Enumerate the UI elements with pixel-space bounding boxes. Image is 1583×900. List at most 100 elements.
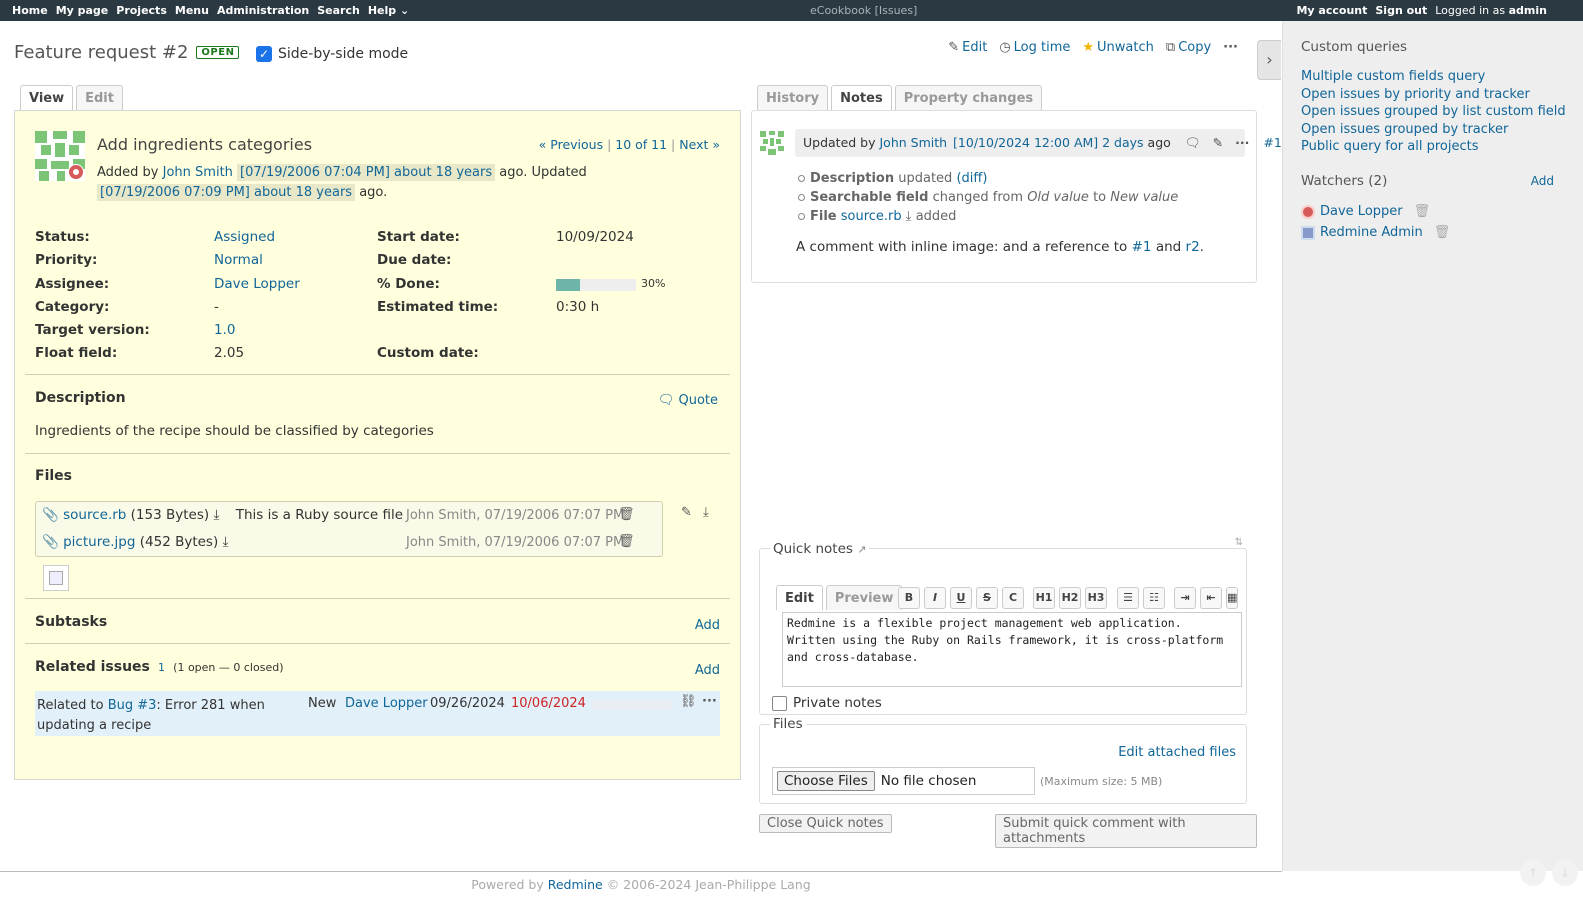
log-time-button[interactable]: ◷ Log time bbox=[999, 40, 1070, 55]
file-link[interactable]: source.rb bbox=[841, 209, 902, 224]
unlink-icon[interactable]: ⛓ bbox=[680, 694, 697, 709]
menu-administration[interactable]: Administration bbox=[217, 4, 309, 17]
add-relation-link[interactable]: Add bbox=[695, 663, 720, 678]
journal-number-link[interactable]: #1 bbox=[1263, 135, 1281, 150]
image-thumbnail[interactable] bbox=[43, 565, 69, 591]
edit-button[interactable]: ✎ Edit bbox=[948, 40, 987, 55]
download-icon[interactable]: ⤓ bbox=[906, 209, 912, 224]
watcher-link[interactable]: Dave Lopper bbox=[1320, 204, 1403, 219]
numbered-list-icon[interactable]: ☷ bbox=[1143, 587, 1165, 609]
next-link[interactable]: Next » bbox=[679, 137, 720, 152]
scroll-top-icon[interactable]: ↑ bbox=[1520, 860, 1546, 886]
checkbox-checked-icon[interactable]: ✓ bbox=[256, 46, 272, 62]
add-watcher-link[interactable]: Add bbox=[1531, 174, 1554, 188]
bold-button[interactable]: B bbox=[898, 587, 920, 609]
query-item[interactable]: Open issues by priority and tracker bbox=[1301, 86, 1566, 104]
tab-edit[interactable]: Edit bbox=[776, 585, 823, 610]
resize-icon[interactable]: ⇅ bbox=[1235, 537, 1243, 548]
download-icon[interactable]: ⤓ bbox=[223, 534, 229, 550]
query-item[interactable]: Open issues grouped by list custom field bbox=[1301, 103, 1566, 121]
journal-timestamp[interactable]: [10/10/2024 12:00 AM] 2 days bbox=[953, 135, 1144, 150]
attachment-meta: John Smith, 07/19/2006 07:07 PM bbox=[406, 535, 625, 550]
underline-button[interactable]: U bbox=[950, 587, 972, 609]
redmine-link[interactable]: Redmine bbox=[548, 877, 603, 892]
position-link[interactable]: 10 of 11 bbox=[615, 137, 667, 152]
pencil-icon[interactable]: ✎ bbox=[1213, 135, 1223, 150]
tab-history[interactable]: History bbox=[757, 85, 829, 110]
h2-button[interactable]: H2 bbox=[1059, 587, 1081, 609]
unwatch-button[interactable]: ★ Unwatch bbox=[1082, 40, 1154, 55]
trash-icon[interactable]: 🗑 bbox=[1434, 225, 1451, 240]
menu-home[interactable]: Home bbox=[12, 4, 48, 17]
query-item[interactable]: Open issues grouped by tracker bbox=[1301, 121, 1566, 139]
tab-property-changes[interactable]: Property changes bbox=[894, 85, 1043, 110]
sidebar-toggle-chevron-right-icon[interactable]: › bbox=[1257, 40, 1281, 80]
copy-button[interactable]: ⧉ Copy bbox=[1166, 40, 1211, 55]
code-button[interactable]: C bbox=[1002, 587, 1024, 609]
menu-projects[interactable]: Projects bbox=[116, 4, 167, 17]
add-subtask-link[interactable]: Add bbox=[695, 618, 720, 633]
scroll-bottom-icon[interactable]: ↓ bbox=[1552, 860, 1578, 886]
side-by-side-toggle[interactable]: ✓ Side-by-side mode bbox=[256, 46, 408, 62]
more-actions-icon[interactable]: ··· bbox=[1223, 40, 1238, 55]
choose-files-button[interactable]: Choose Files bbox=[777, 771, 875, 791]
priority-value[interactable]: Normal bbox=[214, 252, 263, 268]
previous-link[interactable]: « Previous bbox=[539, 137, 603, 152]
menu-search[interactable]: Search bbox=[317, 4, 360, 17]
author-link[interactable]: John Smith bbox=[163, 165, 233, 180]
italic-button[interactable]: I bbox=[924, 587, 946, 609]
private-notes-checkbox[interactable] bbox=[772, 695, 787, 711]
download-icon[interactable]: ⤓ bbox=[213, 507, 219, 523]
target-version-value[interactable]: 1.0 bbox=[214, 322, 235, 338]
h1-button[interactable]: H1 bbox=[1033, 587, 1055, 609]
tab-edit[interactable]: Edit bbox=[76, 85, 123, 110]
edit-attached-files-link[interactable]: Edit attached files bbox=[1118, 745, 1236, 760]
attachment-link[interactable]: source.rb bbox=[63, 507, 126, 523]
journal-user-link[interactable]: John Smith bbox=[880, 135, 948, 150]
diff-link[interactable]: (diff) bbox=[956, 171, 987, 186]
help-icon[interactable]: ↗ bbox=[857, 543, 866, 556]
edit-attachments-pencil-icon[interactable]: ✎ bbox=[681, 505, 692, 520]
tab-preview[interactable]: Preview bbox=[825, 585, 903, 610]
more-actions-icon[interactable]: ··· bbox=[702, 694, 717, 709]
bullet-list-icon[interactable]: ☰ bbox=[1117, 587, 1139, 609]
comment-icon[interactable]: 🗨 bbox=[1185, 135, 1201, 150]
more-actions-icon[interactable]: ··· bbox=[1235, 135, 1249, 150]
file-input[interactable]: Choose Files No file chosen bbox=[772, 767, 1035, 795]
tab-notes[interactable]: Notes bbox=[831, 85, 892, 110]
h3-button[interactable]: H3 bbox=[1085, 587, 1107, 609]
created-timestamp[interactable]: [07/19/2006 07:04 PM] about 18 years bbox=[237, 164, 496, 181]
table-icon[interactable]: ▦ bbox=[1226, 587, 1238, 609]
indent-icon[interactable]: ⇥ bbox=[1174, 587, 1196, 609]
revision-ref-link[interactable]: r2 bbox=[1186, 239, 1200, 255]
related-issue-link[interactable]: Bug #3 bbox=[108, 698, 157, 713]
trash-icon[interactable]: 🗑 bbox=[1414, 204, 1431, 219]
related-assignee[interactable]: Dave Lopper bbox=[345, 696, 428, 711]
trash-icon[interactable]: 🗑 bbox=[618, 534, 635, 549]
updated-timestamp[interactable]: [07/19/2006 07:09 PM] about 18 years bbox=[97, 184, 356, 201]
footer: Powered by Redmine © 2006-2024 Jean-Phil… bbox=[0, 871, 1282, 900]
quote-button[interactable]: 🗨 Quote bbox=[658, 393, 718, 408]
issue-ref-link[interactable]: #1 bbox=[1132, 239, 1152, 255]
assignee-value[interactable]: Dave Lopper bbox=[214, 276, 300, 292]
query-item[interactable]: Public query for all projects bbox=[1301, 138, 1566, 156]
query-item[interactable]: Multiple custom fields query bbox=[1301, 68, 1566, 86]
logged-in-user[interactable]: admin bbox=[1509, 4, 1547, 17]
notes-textarea[interactable]: Redmine is a flexible project management… bbox=[782, 612, 1242, 687]
my-account-link[interactable]: My account bbox=[1296, 4, 1367, 17]
outdent-icon[interactable]: ⇤ bbox=[1200, 587, 1222, 609]
watcher-link[interactable]: Redmine Admin bbox=[1320, 225, 1423, 240]
status-value[interactable]: Assigned bbox=[214, 229, 275, 245]
sign-out-link[interactable]: Sign out bbox=[1375, 4, 1427, 17]
submit-quick-comment-button[interactable]: Submit quick comment with attachments bbox=[995, 814, 1257, 848]
menu-my-page[interactable]: My page bbox=[56, 4, 109, 17]
trash-icon[interactable]: 🗑 bbox=[618, 507, 635, 522]
menu-help[interactable]: Help ⌄ bbox=[368, 4, 409, 17]
download-all-icon[interactable]: ⤓ bbox=[703, 505, 709, 520]
tab-view[interactable]: View bbox=[20, 85, 74, 110]
strikethrough-button[interactable]: S bbox=[976, 587, 998, 609]
attachment-link[interactable]: picture.jpg bbox=[63, 534, 135, 550]
done-percent: 30% bbox=[641, 277, 666, 290]
menu-menu[interactable]: Menu bbox=[175, 4, 209, 17]
close-quick-notes-button[interactable]: Close Quick notes bbox=[759, 814, 892, 833]
